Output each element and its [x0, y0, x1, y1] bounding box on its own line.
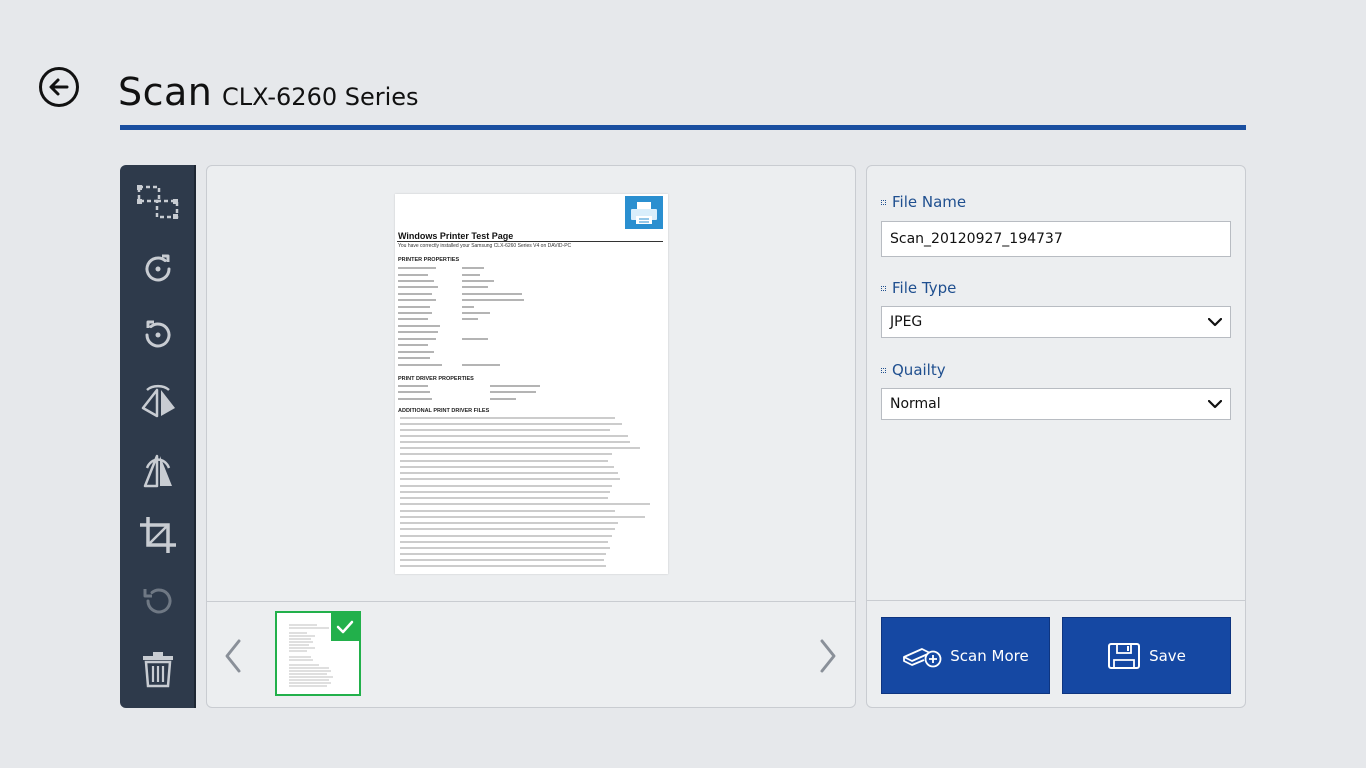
test-page-title: Windows Printer Test Page	[398, 231, 514, 241]
select-area-icon	[137, 185, 179, 219]
file-name-label-text: File Name	[892, 193, 967, 211]
scan-more-label: Scan More	[950, 646, 1029, 665]
file-name-input[interactable]	[881, 221, 1231, 257]
file-type-label-text: File Type	[892, 279, 957, 297]
file-type-select[interactable]: JPEG	[881, 306, 1231, 338]
back-arrow-icon	[49, 78, 69, 96]
rotate-right-icon	[145, 254, 171, 282]
section-printer-properties: PRINTER PROPERTIES	[398, 257, 460, 263]
chevron-down-icon	[1208, 399, 1222, 408]
page-thumbnail[interactable]	[275, 611, 361, 696]
crop-icon	[140, 517, 176, 553]
undo-button[interactable]	[132, 575, 184, 627]
previous-page-button[interactable]	[221, 636, 245, 676]
test-page-subtitle: You have correctly installed your Samsun…	[398, 243, 572, 249]
chevron-left-icon	[225, 639, 241, 673]
bullet-icon	[881, 285, 886, 291]
file-type-label: File Type	[881, 279, 956, 297]
chevron-right-icon	[820, 639, 836, 673]
scan-preview-area: Windows Printer Test Page You have corre…	[207, 166, 855, 601]
chevron-down-icon	[1208, 317, 1222, 326]
delete-button[interactable]	[132, 643, 184, 695]
save-label: Save	[1149, 646, 1186, 665]
printer-properties-lines	[398, 267, 524, 366]
back-button[interactable]	[39, 67, 79, 107]
select-area-button[interactable]	[132, 177, 184, 229]
test-page-divider	[397, 241, 663, 242]
scanned-page-preview: Windows Printer Test Page You have corre…	[395, 194, 668, 574]
flip-vertical-button[interactable]	[132, 443, 184, 495]
next-page-button[interactable]	[816, 636, 840, 676]
settings-panel: File Name File Type JPEG Quailty Normal …	[866, 165, 1246, 708]
flip-horizontal-icon	[141, 384, 175, 418]
save-button[interactable]: Save	[1062, 617, 1231, 694]
title-divider	[120, 125, 1246, 130]
quality-label: Quailty	[881, 361, 946, 379]
edit-toolbar	[120, 165, 196, 708]
actions-divider	[867, 600, 1245, 601]
rotate-left-icon	[145, 320, 171, 348]
preview-panel: Windows Printer Test Page You have corre…	[206, 165, 856, 708]
scan-more-icon	[903, 647, 942, 667]
rotate-right-button[interactable]	[132, 243, 184, 295]
bullet-icon	[881, 367, 886, 373]
flip-vertical-icon	[143, 454, 172, 488]
save-icon	[1108, 642, 1141, 669]
driver-files-lines	[400, 417, 650, 567]
driver-properties-lines	[398, 385, 540, 400]
file-name-label: File Name	[881, 193, 966, 211]
page-title: Scan	[118, 70, 213, 114]
selected-check-icon	[331, 613, 359, 641]
scan-more-button[interactable]: Scan More	[881, 617, 1050, 694]
quality-label-text: Quailty	[892, 361, 946, 379]
bullet-icon	[881, 199, 886, 205]
printer-icon	[625, 196, 663, 229]
undo-icon	[143, 588, 172, 614]
flip-horizontal-button[interactable]	[132, 377, 184, 429]
quality-select[interactable]: Normal	[881, 388, 1231, 420]
rotate-left-button[interactable]	[132, 309, 184, 361]
section-driver-files: ADDITIONAL PRINT DRIVER FILES	[398, 408, 490, 414]
crop-button[interactable]	[132, 509, 184, 561]
trash-icon	[143, 652, 173, 688]
quality-value: Normal	[890, 396, 941, 412]
device-name: CLX-6260 Series	[222, 83, 419, 111]
file-type-value: JPEG	[890, 314, 923, 330]
